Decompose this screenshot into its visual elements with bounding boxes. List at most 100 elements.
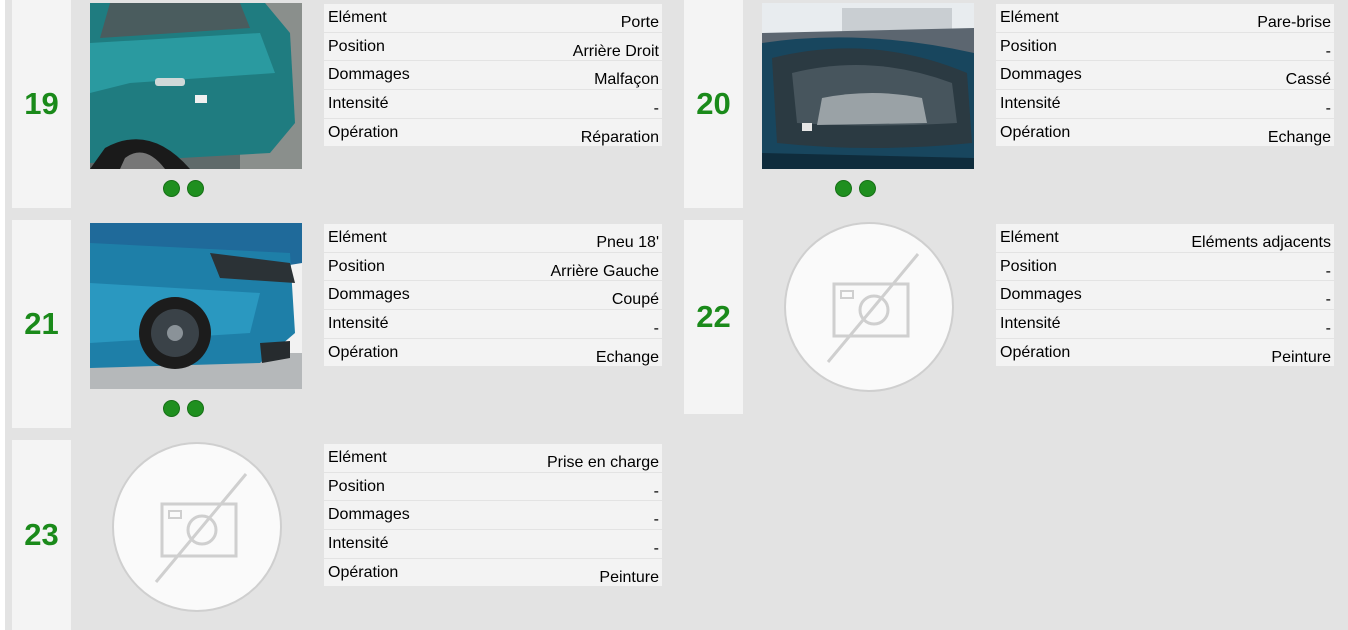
table-row-damage: Dommages Cassé xyxy=(996,61,1334,91)
table-row-damage: Dommages - xyxy=(996,281,1334,311)
carousel-dot-icon[interactable] xyxy=(859,180,876,197)
row-label: Opération xyxy=(328,123,399,141)
table-row-position: Position - xyxy=(324,472,662,502)
row-value: - xyxy=(653,320,659,338)
table-row-damage: Dommages Malfaçon xyxy=(324,61,662,91)
carousel-dot-icon[interactable] xyxy=(187,400,204,417)
row-value: Echange xyxy=(595,348,659,366)
carousel-dot-icon[interactable] xyxy=(163,400,180,417)
damage-details-table: Elément Porte Position Arrière Droit Domma… xyxy=(324,4,662,148)
camera-off-icon xyxy=(154,473,248,583)
table-row-intensity: Intensité - xyxy=(996,90,1334,119)
table-row-intensity: Intensité - xyxy=(324,90,662,119)
table-row-element: Elément Eléments adjacents xyxy=(996,224,1334,253)
camera-off-icon xyxy=(826,253,920,363)
row-value: - xyxy=(653,100,659,118)
table-row-element: Elément Porte xyxy=(324,4,662,33)
row-label: Elément xyxy=(328,449,387,466)
row-value: Peinture xyxy=(599,568,659,586)
table-row-intensity: Intensité - xyxy=(324,530,662,559)
table-row-element: Elément Pare-brise xyxy=(996,4,1334,33)
row-label: Intensité xyxy=(328,95,389,113)
damage-details-table: Elément Prise en charge Position - Dommage… xyxy=(324,444,662,588)
row-value: Porte xyxy=(620,14,659,31)
row-value: Réparation xyxy=(580,128,659,146)
row-label: Dommages xyxy=(328,66,410,84)
table-row-operation: Opération Peinture xyxy=(996,338,1334,368)
photo-carousel-dots xyxy=(835,180,885,198)
damage-number-column: 23 xyxy=(12,440,71,630)
table-row-position: Position Arrière Gauche xyxy=(324,252,662,282)
row-value: - xyxy=(1325,291,1331,309)
row-label: Elément xyxy=(1000,9,1059,26)
table-row-operation: Opération Peinture xyxy=(324,558,662,588)
row-value: - xyxy=(1325,100,1331,118)
row-label: Dommages xyxy=(1000,66,1082,84)
damage-photo[interactable] xyxy=(762,3,974,169)
table-row-intensity: Intensité - xyxy=(324,310,662,339)
damage-card-23: 23 Elément Prise en charge Position - Domm… xyxy=(12,440,662,630)
row-value: - xyxy=(653,540,659,558)
row-label: Position xyxy=(328,37,385,55)
table-row-operation: Opération Echange xyxy=(324,338,662,368)
row-value: - xyxy=(653,511,659,529)
no-photo-placeholder xyxy=(784,222,954,392)
row-label: Position xyxy=(1000,257,1057,275)
row-label: Position xyxy=(1000,37,1057,55)
row-value: Eléments adjacents xyxy=(1191,234,1331,251)
damage-photo[interactable] xyxy=(90,3,302,169)
damage-number: 23 xyxy=(24,517,59,552)
row-value: Malfaçon xyxy=(594,71,659,89)
damage-number-column: 19 xyxy=(12,0,71,208)
table-row-position: Position Arrière Droit xyxy=(324,32,662,62)
carousel-dot-icon[interactable] xyxy=(835,180,852,197)
row-label: Intensité xyxy=(328,535,389,553)
row-value: - xyxy=(1325,262,1331,280)
damage-card-22: 22 Elément Eléments adjacents Position - D… xyxy=(684,220,1334,414)
table-row-element: Elément Pneu 18' xyxy=(324,224,662,253)
damage-details-table: Elément Pneu 18' Position Arrière Gauche D… xyxy=(324,224,662,368)
table-row-intensity: Intensité - xyxy=(996,310,1334,339)
row-value: Pare-brise xyxy=(1257,14,1331,31)
table-row-damage: Dommages Coupé xyxy=(324,281,662,311)
table-row-position: Position - xyxy=(996,32,1334,62)
table-row-damage: Dommages - xyxy=(324,501,662,531)
row-label: Dommages xyxy=(328,506,410,524)
row-label: Intensité xyxy=(1000,95,1061,113)
row-label: Opération xyxy=(328,563,399,581)
damage-card-20: 20 Elément Pare-brise Position - Dommages C… xyxy=(684,0,1334,208)
damage-photo[interactable] xyxy=(90,223,302,389)
row-value: - xyxy=(1325,320,1331,338)
row-label: Opération xyxy=(1000,343,1071,361)
row-value: Prise en charge xyxy=(546,454,659,471)
row-value: Coupé xyxy=(611,291,659,309)
damage-details-table: Elément Pare-brise Position - Dommages Cass… xyxy=(996,4,1334,148)
row-value: - xyxy=(653,482,659,500)
table-row-position: Position - xyxy=(996,252,1334,282)
damage-number: 21 xyxy=(24,306,59,341)
row-label: Elément xyxy=(328,9,387,26)
damage-card-21: 21 Elément Pneu 18' Position Arrière Gauch… xyxy=(12,220,662,428)
row-value: - xyxy=(1325,42,1331,60)
row-label: Position xyxy=(328,477,385,495)
row-label: Intensité xyxy=(1000,315,1061,333)
damage-card-19: 19 Elément Porte Position Arrière Droit Do… xyxy=(12,0,662,208)
carousel-dot-icon[interactable] xyxy=(187,180,204,197)
row-label: Elément xyxy=(328,229,387,246)
carousel-dot-icon[interactable] xyxy=(163,180,180,197)
damage-number: 20 xyxy=(696,86,731,121)
row-value: Cassé xyxy=(1285,71,1331,89)
table-row-operation: Opération Echange xyxy=(996,118,1334,148)
damage-details-table: Elément Eléments adjacents Position - Domm… xyxy=(996,224,1334,368)
photo-carousel-dots xyxy=(163,400,213,418)
damage-number: 22 xyxy=(696,299,731,334)
table-row-element: Elément Prise en charge xyxy=(324,444,662,473)
no-photo-placeholder xyxy=(112,442,282,612)
row-label: Dommages xyxy=(1000,286,1082,304)
damage-number-column: 20 xyxy=(684,0,743,208)
photo-carousel-dots xyxy=(163,180,213,198)
row-value: Arrière Gauche xyxy=(550,262,660,280)
row-value: Arrière Droit xyxy=(572,42,659,60)
table-row-operation: Opération Réparation xyxy=(324,118,662,148)
row-label: Opération xyxy=(328,343,399,361)
